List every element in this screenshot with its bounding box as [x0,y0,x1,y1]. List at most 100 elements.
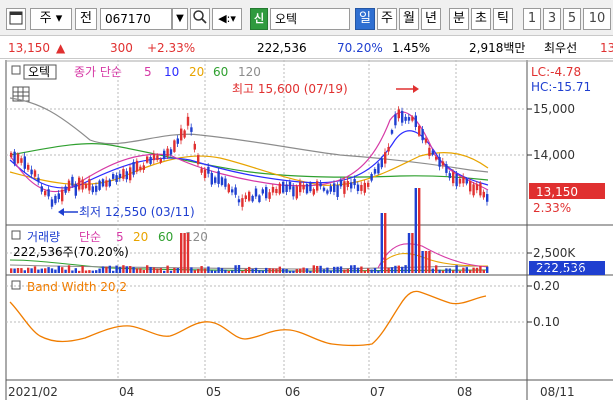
stock-name-field[interactable]: 오텍 [270,8,350,30]
candle-body [295,186,298,199]
period-second[interactable]: 초 [471,8,491,30]
volume-bar [292,270,295,273]
volume-bar [448,268,451,273]
volume-bar [418,188,421,273]
volume-bar [227,270,230,273]
volume-bar [118,267,122,273]
interval-5[interactable]: 5 [563,8,581,30]
candle-body [472,184,475,196]
volume-bar [401,266,404,273]
candle-body [23,156,26,169]
interval-1[interactable]: 1 [523,8,541,30]
volume-bar [472,267,475,273]
x-label-07: 07 [370,385,385,399]
candle-body [197,155,200,165]
candle-body [27,164,30,170]
volume-bar [115,265,118,273]
type-selector[interactable]: 주 ▾ [30,8,72,30]
current-price: 13,150 [8,41,50,55]
period-week[interactable]: 주 [377,8,397,30]
volume-bar [108,265,111,273]
period-day[interactable]: 일 [355,8,375,30]
volume-bar [74,268,77,273]
candle-body [265,187,268,199]
volume-info: 222,536주(70.20%) [13,245,129,259]
volume-bar [278,266,281,273]
volume-bar [241,270,244,273]
volume-tick-2500k: 2,500K [533,246,576,260]
volume-bar [10,268,13,273]
search-icon[interactable] [190,8,210,30]
volume-bar [224,269,227,273]
period-tick[interactable]: 틱 [493,8,513,30]
candle-body [200,168,203,173]
volume-bar [217,267,220,273]
volume-bar [261,270,264,273]
candle-body [363,182,366,193]
stock-code-input[interactable]: 067170 [100,8,172,30]
candle-body [288,182,292,190]
candle-body [33,170,37,177]
sin-badge[interactable]: 신 [250,8,268,30]
volume-bar [231,270,234,273]
period-minute[interactable]: 분 [449,8,469,30]
volume-bar [486,266,489,273]
ma-period-5: 5 [144,65,152,79]
volume-bar [435,265,438,273]
volume-bar [282,268,285,273]
volume-bar [248,266,251,273]
volume-bar [482,269,485,273]
volume-bar [455,265,458,273]
period-year[interactable]: 년 [421,8,441,30]
x-label-2021-02: 2021/02 [8,385,58,399]
volume-bar [30,268,33,273]
candle-body [203,169,207,178]
volume-bar [367,268,370,273]
candle-body [64,186,67,193]
x-label-05: 05 [206,385,221,399]
band-title: Band Width 20,2 [27,280,127,294]
volume-bar [244,268,247,273]
volume-bar [309,270,312,273]
volume-bar [258,270,261,273]
volume-bar [414,188,417,273]
candle-body [217,171,220,184]
quote-bar: 13,150 ▲ 300 +2.33% 222,536 70.20% 1.45%… [0,37,613,59]
lc-label: LC:-4.78 [531,65,581,79]
candle-body [452,172,455,184]
price-tick-15000: 15,000 [533,102,575,116]
interval-10[interactable]: 10 [583,8,611,30]
candle-body [271,186,275,193]
candle-body [84,183,88,189]
ma-period-60: 60 [213,65,228,79]
volume-bar [64,269,67,273]
period-month[interactable]: 월 [399,8,419,30]
volume-bar [339,266,343,273]
volume-bar [411,233,414,273]
volume-bar [329,270,332,273]
candle-body [377,163,380,174]
candle-body [101,179,105,187]
candle-body [441,161,445,166]
volume-bar [370,269,373,273]
volume-bar [95,270,98,273]
current-pct-label: 2.33% [533,201,571,215]
window-icon[interactable] [6,8,26,30]
candle-body [339,180,343,187]
candle-body [169,149,173,155]
candle-body [482,191,485,198]
candle-body [210,172,213,185]
interval-3[interactable]: 3 [543,8,561,30]
code-dropdown-icon[interactable]: ▼ [172,8,188,30]
candle-body [54,195,57,204]
turnover-ratio: 1.45% [392,41,431,55]
candle-body [74,183,77,196]
chart-mode-button[interactable]: 전 [75,8,97,30]
candle-body [445,164,448,173]
volume-bar [146,265,149,273]
candle-body [193,143,196,150]
chart-area[interactable]: 오텍 종가 단순 5 10 20 60 120 최고 15,600 (07/19… [0,60,613,400]
candle-body [319,183,322,187]
speaker-icon[interactable]: ◀:▾ [212,8,242,30]
band-tick-020: 0.20 [533,279,560,293]
